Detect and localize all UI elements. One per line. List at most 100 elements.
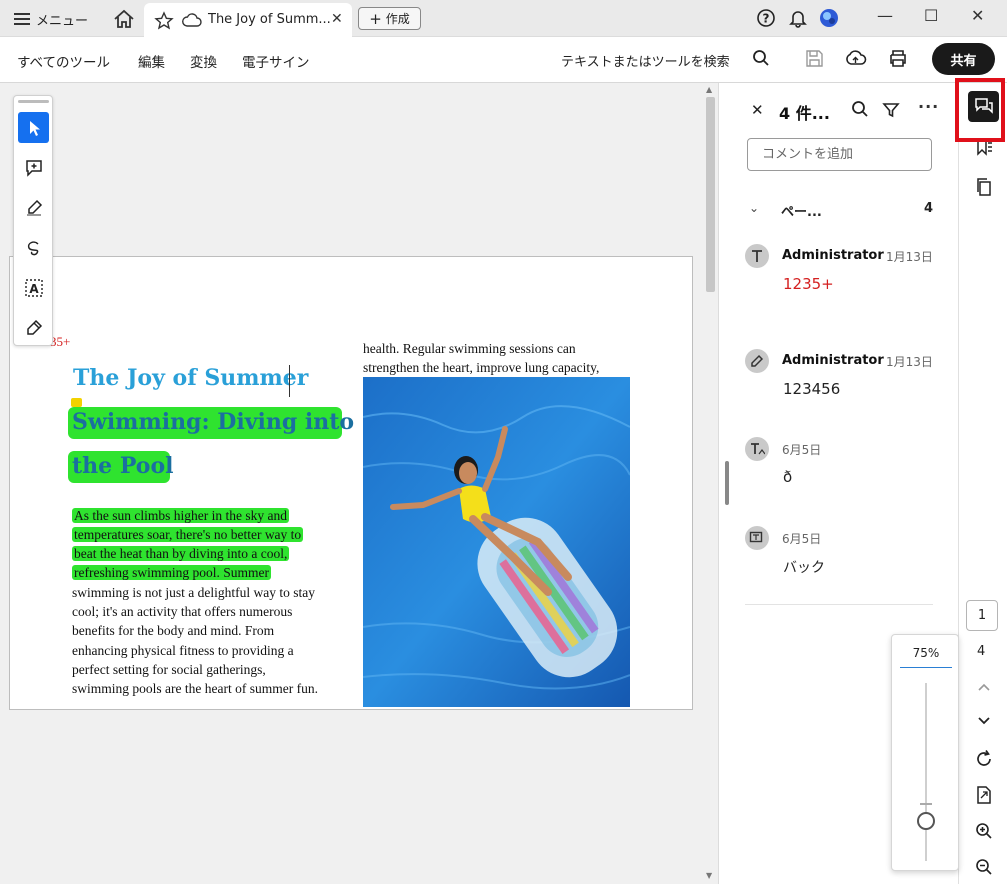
highlight-tool-button[interactable] <box>18 192 49 223</box>
doc-title-line1[interactable]: The Joy of Summer <box>73 365 308 391</box>
home-icon[interactable] <box>112 8 136 30</box>
star-icon[interactable] <box>154 11 174 31</box>
textbox-comment-icon <box>745 526 769 550</box>
highlighted-text[interactable]: refreshing swimming pool. Summer <box>72 565 271 580</box>
comment-add-icon <box>25 159 42 177</box>
page-group-header[interactable]: ⌄ ペー... 4 <box>749 201 939 221</box>
minimize-icon[interactable]: — <box>877 6 893 25</box>
sticky-note-icon[interactable] <box>71 398 82 407</box>
col2-line[interactable]: strengthen the heart, improve lung capac… <box>363 360 599 376</box>
tab-close-icon[interactable]: ✕ <box>331 11 343 27</box>
zoom-out-icon <box>975 858 992 875</box>
scroll-up-icon[interactable]: ▲ <box>706 85 712 94</box>
search-icon[interactable] <box>851 100 869 118</box>
zoom-in-icon <box>975 822 992 839</box>
save-icon[interactable] <box>805 49 824 68</box>
menu-edit[interactable]: 編集 <box>138 51 165 71</box>
highlighter-icon <box>26 199 42 216</box>
cloud-sync-icon[interactable] <box>845 49 867 67</box>
palette-grip[interactable] <box>18 100 49 103</box>
body-line[interactable]: benefits for the body and mind. From <box>72 623 274 639</box>
print-icon[interactable] <box>888 49 908 68</box>
more-options-icon[interactable]: ··· <box>918 97 939 116</box>
body-line: As the sun climbs higher in the sky and <box>72 508 289 524</box>
add-comment-tool-button[interactable] <box>18 152 49 183</box>
copy-pages-icon <box>976 177 991 196</box>
doc-title-line3[interactable]: the Pool <box>72 453 173 479</box>
chevron-down-icon[interactable]: ⌄ <box>749 201 759 215</box>
highlighted-text[interactable]: beat the heat than by diving into a cool… <box>72 546 290 561</box>
text-comment-icon <box>745 244 769 268</box>
pages-button[interactable] <box>968 171 999 202</box>
total-pages: 4 <box>977 644 986 659</box>
comment-count: 4 件... <box>779 104 830 123</box>
comment-author: Administrator <box>782 353 884 368</box>
fit-page-icon <box>976 785 991 804</box>
bell-icon[interactable] <box>788 8 808 28</box>
pdf-page[interactable]: 35+ The Joy of Summer Swimming: Diving i… <box>9 256 693 710</box>
plus-icon: + <box>369 9 382 28</box>
body-line[interactable]: perfect setting for social gatherings, <box>72 662 266 678</box>
comment-author: Administrator <box>782 248 884 263</box>
zoom-in-button[interactable] <box>968 815 999 846</box>
highlighted-text[interactable]: temperatures soar, there's no better way… <box>72 527 304 542</box>
col2-line[interactable]: health. Regular swimming sessions can <box>363 341 576 357</box>
zoom-value[interactable]: 75% <box>900 646 952 668</box>
zoom-slider-knob[interactable] <box>917 812 935 830</box>
window-close-icon[interactable]: ✕ <box>971 6 984 25</box>
select-tool-button[interactable] <box>18 112 49 143</box>
body-line[interactable]: swimming pools are the heart of summer f… <box>72 681 318 697</box>
menu-convert[interactable]: 変換 <box>190 51 217 71</box>
avatar[interactable] <box>819 8 839 28</box>
help-icon[interactable]: ? <box>756 8 776 28</box>
body-line[interactable]: swimming is not just a delightful way to… <box>72 585 315 601</box>
comment-item[interactable]: Administrator 1月13日 1235+ <box>745 244 955 304</box>
page-down-button[interactable] <box>968 705 999 736</box>
search-icon[interactable] <box>752 49 770 67</box>
comment-item[interactable]: 6月5日 バック <box>745 526 955 586</box>
panel-resize-handle[interactable] <box>725 461 729 505</box>
body-line[interactable]: cool; it's an activity that offers numer… <box>72 604 292 620</box>
red-comment-text[interactable]: 35+ <box>50 334 70 350</box>
comment-text: 1235+ <box>783 275 834 293</box>
sign-tool-button[interactable] <box>18 312 49 343</box>
menu-all-tools[interactable]: すべてのツール <box>17 51 110 71</box>
filter-icon[interactable] <box>882 102 900 118</box>
document-tab[interactable]: The Joy of Summ... ✕ <box>144 3 352 37</box>
panel-close-icon[interactable]: ✕ <box>751 101 764 119</box>
scroll-down-icon[interactable]: ▼ <box>706 871 712 880</box>
fit-page-button[interactable] <box>968 779 999 810</box>
comment-text: ð <box>783 468 793 486</box>
zoom-popup: 75% <box>891 634 959 871</box>
rotate-icon <box>976 749 991 766</box>
zoom-slider-track[interactable] <box>925 683 927 861</box>
menu-label: メニュー <box>36 13 89 29</box>
new-label: 作成 <box>385 12 410 26</box>
comment-item[interactable]: Administrator 1月13日 123456 <box>745 349 955 409</box>
pool-photo[interactable] <box>363 377 630 707</box>
current-page-input[interactable]: 1 <box>966 600 998 631</box>
add-comment-input[interactable] <box>747 138 932 171</box>
highlighted-text[interactable]: As the sun climbs higher in the sky and <box>72 508 289 523</box>
new-button[interactable]: + 作成 <box>358 7 421 30</box>
comment-item[interactable]: 6月5日 ð <box>745 437 955 497</box>
text-cursor <box>289 365 290 397</box>
doc-title-line2[interactable]: Swimming: Diving into <box>72 409 354 435</box>
document-viewport[interactable]: 35+ The Joy of Summer Swimming: Diving i… <box>0 83 718 884</box>
scrollbar-thumb[interactable] <box>706 97 715 292</box>
maximize-icon[interactable]: ☐ <box>924 6 938 25</box>
menu-esign[interactable]: 電子サイン <box>242 51 310 71</box>
draw-tool-button[interactable] <box>18 232 49 263</box>
body-line: temperatures soar, there's no better way… <box>72 527 304 543</box>
rotate-button[interactable] <box>968 743 999 774</box>
zoom-out-button[interactable] <box>968 851 999 882</box>
body-line[interactable]: enhancing physical fitness to providing … <box>72 643 294 659</box>
share-button[interactable]: 共有 <box>932 43 995 75</box>
document-scrollbar[interactable]: ▲ ▼ <box>703 83 718 884</box>
page-up-button[interactable] <box>968 671 999 702</box>
svg-text:A: A <box>29 282 39 296</box>
tool-search-label[interactable]: テキストまたはツールを検索 <box>561 51 730 70</box>
text-box-tool-button[interactable]: A <box>18 272 49 303</box>
menu-button[interactable]: メニュー <box>14 9 88 29</box>
annotation-tool-palette: A <box>13 95 53 346</box>
